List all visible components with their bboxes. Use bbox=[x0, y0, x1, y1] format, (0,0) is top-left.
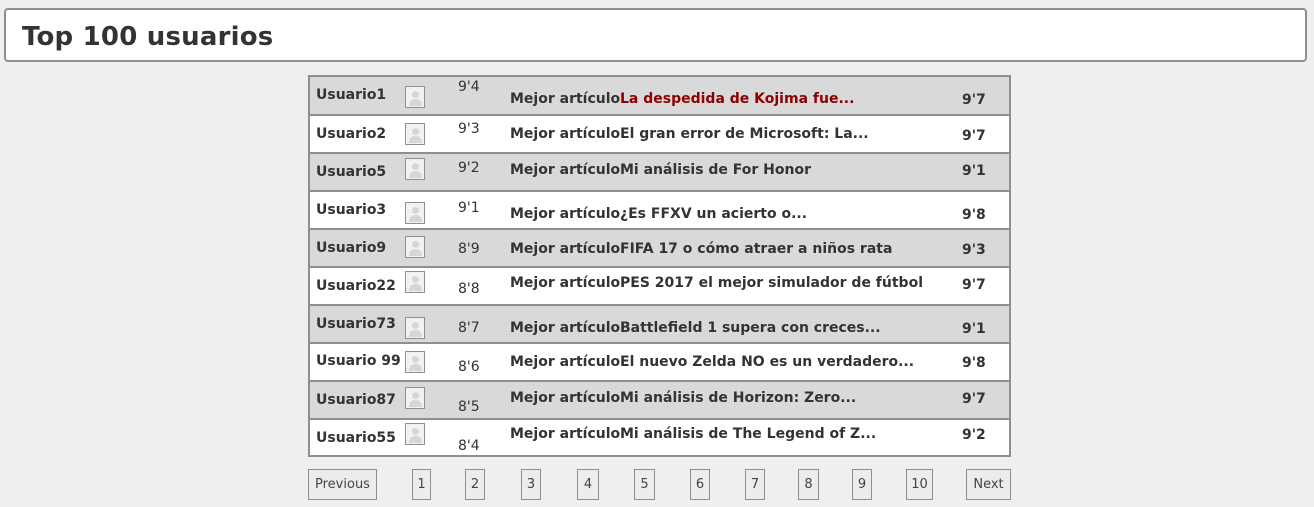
user-name[interactable]: Usuario22 bbox=[316, 278, 396, 294]
avatar-icon[interactable] bbox=[405, 387, 425, 409]
table-row: Usuario2 9'3 Mejor artículo El gran erro… bbox=[310, 114, 1009, 152]
user-name[interactable]: Usuario73 bbox=[316, 316, 396, 332]
next-button[interactable]: Next bbox=[966, 469, 1011, 500]
user-name[interactable]: Usuario2 bbox=[316, 126, 386, 142]
user-score: 9'4 bbox=[458, 79, 480, 95]
best-article-label: Mejor artículo bbox=[510, 91, 621, 107]
best-article-label: Mejor artículo bbox=[510, 162, 621, 178]
table-row: Usuario 99 8'6 Mejor artículo El nuevo Z… bbox=[310, 342, 1009, 380]
user-score: 8'5 bbox=[458, 399, 480, 415]
page-title: Top 100 usuarios bbox=[22, 22, 274, 52]
user-score: 9'2 bbox=[458, 160, 480, 176]
best-article-link[interactable]: PES 2017 el mejor simulador de fútbol bbox=[620, 275, 923, 291]
best-article-label: Mejor artículo bbox=[510, 426, 621, 442]
avatar-icon[interactable] bbox=[405, 86, 425, 108]
best-article-label: Mejor artículo bbox=[510, 241, 621, 257]
page-button-4[interactable]: 4 bbox=[577, 469, 599, 500]
user-name[interactable]: Usuario9 bbox=[316, 240, 386, 256]
best-article-link[interactable]: El nuevo Zelda NO es un verdadero... bbox=[620, 354, 914, 370]
best-article-label: Mejor artículo bbox=[510, 354, 621, 370]
table-row: Usuario55 8'4 Mejor artículo Mi análisis… bbox=[310, 418, 1009, 455]
pagination: Previous 1 2 3 4 5 6 7 8 9 10 Next bbox=[308, 469, 1011, 501]
best-article-link[interactable]: La despedida de Kojima fue... bbox=[620, 91, 854, 107]
previous-button[interactable]: Previous bbox=[308, 469, 377, 500]
article-rating: 9'7 bbox=[962, 92, 986, 108]
best-article-link[interactable]: ¿Es FFXV un acierto o... bbox=[620, 206, 807, 222]
best-article-label: Mejor artículo bbox=[510, 206, 621, 222]
article-rating: 9'8 bbox=[962, 207, 986, 223]
table-row: Usuario73 8'7 Mejor artículo Battlefield… bbox=[310, 304, 1009, 342]
avatar-icon[interactable] bbox=[405, 123, 425, 145]
page-button-5[interactable]: 5 bbox=[634, 469, 655, 500]
page-button-2[interactable]: 2 bbox=[465, 469, 485, 500]
best-article-label: Mejor artículo bbox=[510, 126, 621, 142]
table-row: Usuario22 8'8 Mejor artículo PES 2017 el… bbox=[310, 266, 1009, 304]
page-button-10[interactable]: 10 bbox=[906, 469, 933, 500]
best-article-link[interactable]: Mi análisis de For Honor bbox=[620, 162, 811, 178]
best-article-link[interactable]: FIFA 17 o cómo atraer a niños rata bbox=[620, 241, 892, 257]
user-score: 8'8 bbox=[458, 281, 480, 297]
avatar-icon[interactable] bbox=[405, 158, 425, 180]
article-rating: 9'1 bbox=[962, 163, 986, 179]
user-score: 8'4 bbox=[458, 438, 480, 454]
table-row: Usuario3 9'1 Mejor artículo ¿Es FFXV un … bbox=[310, 190, 1009, 228]
page-button-7[interactable]: 7 bbox=[745, 469, 765, 500]
best-article-link[interactable]: Mi análisis de Horizon: Zero... bbox=[620, 390, 856, 406]
avatar-icon[interactable] bbox=[405, 202, 425, 224]
user-name[interactable]: Usuario87 bbox=[316, 392, 396, 408]
article-rating: 9'3 bbox=[962, 242, 986, 258]
article-rating: 9'7 bbox=[962, 128, 986, 144]
best-article-link[interactable]: Mi análisis de The Legend of Z... bbox=[620, 426, 876, 442]
page-button-9[interactable]: 9 bbox=[852, 469, 872, 500]
user-score: 9'1 bbox=[458, 200, 480, 216]
user-name[interactable]: Usuario5 bbox=[316, 164, 386, 180]
user-score: 9'3 bbox=[458, 121, 480, 137]
user-name[interactable]: Usuario 99 bbox=[316, 353, 401, 369]
article-rating: 9'8 bbox=[962, 355, 986, 371]
user-score: 8'6 bbox=[458, 359, 480, 375]
table-row: Usuario5 9'2 Mejor artículo Mi análisis … bbox=[310, 152, 1009, 190]
article-rating: 9'7 bbox=[962, 391, 986, 407]
user-name[interactable]: Usuario1 bbox=[316, 87, 386, 103]
avatar-icon[interactable] bbox=[405, 423, 425, 445]
table-row: Usuario1 9'4 Mejor artículo La despedida… bbox=[310, 77, 1009, 114]
avatar-icon[interactable] bbox=[405, 236, 425, 258]
best-article-label: Mejor artículo bbox=[510, 275, 621, 291]
user-score: 8'7 bbox=[458, 320, 480, 336]
page-header: Top 100 usuarios bbox=[4, 8, 1307, 62]
best-article-label: Mejor artículo bbox=[510, 390, 621, 406]
best-article-label: Mejor artículo bbox=[510, 320, 621, 336]
avatar-icon[interactable] bbox=[405, 351, 425, 373]
table-row: Usuario87 8'5 Mejor artículo Mi análisis… bbox=[310, 380, 1009, 418]
page-button-1[interactable]: 1 bbox=[412, 469, 431, 500]
page-button-6[interactable]: 6 bbox=[690, 469, 710, 500]
avatar-icon[interactable] bbox=[405, 317, 425, 339]
table-row: Usuario9 8'9 Mejor artículo FIFA 17 o có… bbox=[310, 228, 1009, 266]
best-article-link[interactable]: Battlefield 1 supera con creces... bbox=[620, 320, 881, 336]
user-name[interactable]: Usuario3 bbox=[316, 202, 386, 218]
avatar-icon[interactable] bbox=[405, 271, 425, 293]
user-name[interactable]: Usuario55 bbox=[316, 430, 396, 446]
article-rating: 9'1 bbox=[962, 321, 986, 337]
page-button-8[interactable]: 8 bbox=[798, 469, 819, 500]
ranking-table: Usuario1 9'4 Mejor artículo La despedida… bbox=[308, 75, 1011, 457]
article-rating: 9'7 bbox=[962, 277, 986, 293]
article-rating: 9'2 bbox=[962, 427, 986, 443]
page-button-3[interactable]: 3 bbox=[521, 469, 541, 500]
best-article-link[interactable]: El gran error de Microsoft: La... bbox=[620, 126, 869, 142]
user-score: 8'9 bbox=[458, 241, 480, 257]
